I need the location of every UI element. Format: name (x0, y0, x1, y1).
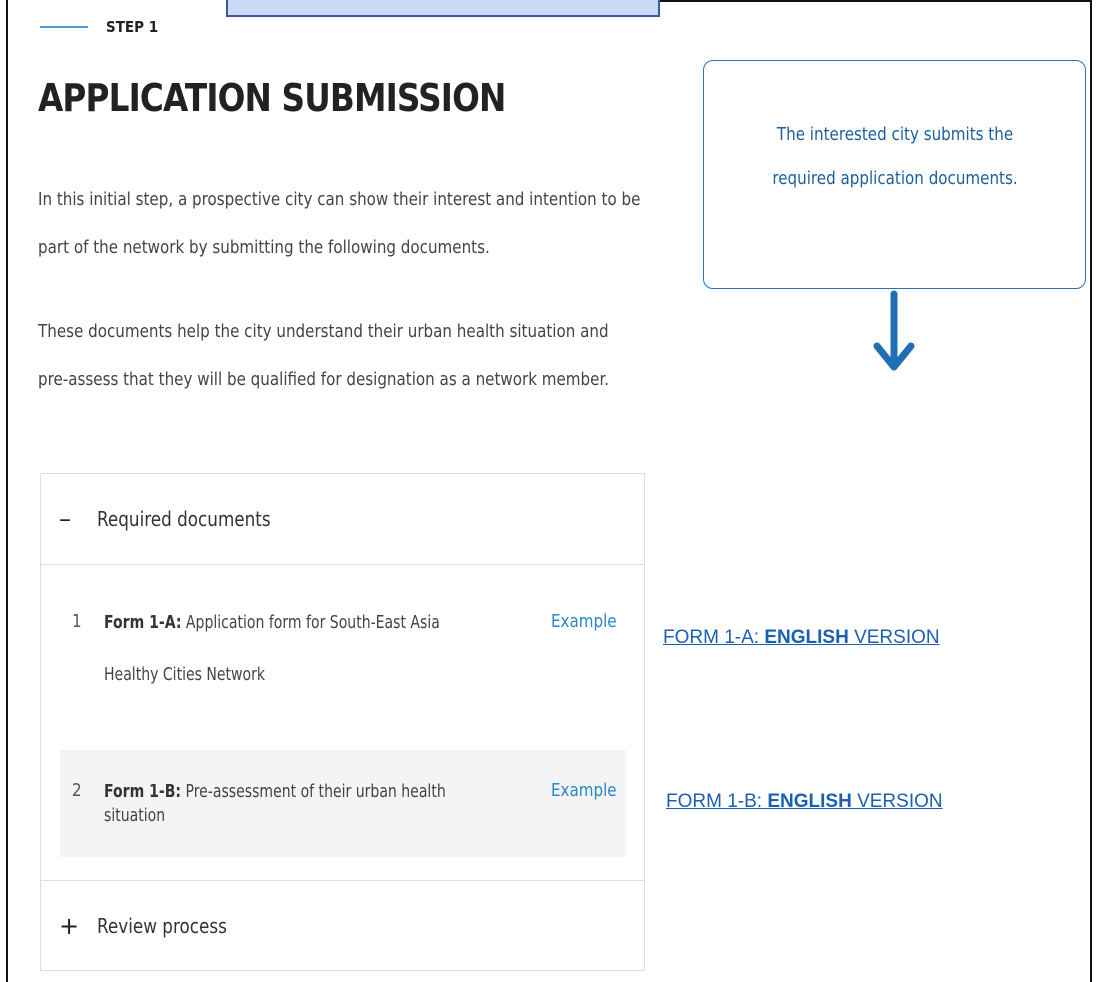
doc-description: Form 1-B: Pre-assessment of their urban … (104, 780, 494, 828)
link-suffix: VERSION (848, 627, 940, 648)
expand-icon: + (59, 912, 80, 940)
intro-paragraph-2: These documents help the city understand… (38, 321, 610, 390)
doc-number: 2 (72, 780, 82, 801)
form-1b-english-link[interactable]: FORM 1-B: ENGLISH VERSION (666, 791, 943, 813)
link-suffix: VERSION (851, 791, 943, 812)
link-prefix: FORM 1-B: (666, 791, 768, 812)
accordion-label: Review process (97, 914, 227, 938)
arrow-down-icon (873, 290, 915, 371)
doc-name: Form 1-A: (104, 612, 182, 633)
frame-left-border (6, 0, 8, 982)
link-bold: ENGLISH (764, 627, 849, 648)
link-bold: ENGLISH (767, 791, 852, 812)
top-tab (226, 0, 660, 17)
doc-description: Form 1-A: Application form for South-Eas… (104, 597, 494, 701)
link-prefix: FORM 1-A: (663, 627, 765, 648)
step-line (40, 26, 88, 28)
accordion-header-review-process[interactable]: + Review process (41, 880, 644, 971)
documents-accordion: – Required documents 1 Form 1-A: Applica… (40, 473, 645, 971)
form-1a-english-link[interactable]: FORM 1-A: ENGLISH VERSION (663, 627, 940, 649)
doc-name: Form 1-B: (104, 781, 182, 802)
callout-box: The interested city submits the required… (703, 60, 1086, 289)
page-title: APPLICATION SUBMISSION (38, 76, 506, 120)
accordion-label: Required documents (97, 507, 271, 531)
step-indicator: STEP 1 (40, 18, 164, 36)
intro-paragraph-1: In this initial step, a prospective city… (38, 189, 641, 258)
accordion-header-required-documents[interactable]: – Required documents (41, 474, 644, 565)
frame-top-border (658, 0, 1092, 2)
list-item: 1 Form 1-A: Application form for South-E… (60, 601, 626, 719)
collapse-icon: – (59, 505, 71, 533)
callout-text: The interested city submits the required… (771, 123, 1018, 189)
example-link[interactable]: Example (551, 611, 617, 632)
doc-number: 1 (72, 611, 82, 632)
list-item: 2 Form 1-B: Pre-assessment of their urba… (60, 750, 626, 857)
frame-right-border (1090, 0, 1092, 982)
step-label: STEP 1 (106, 18, 159, 36)
example-link[interactable]: Example (551, 780, 617, 801)
